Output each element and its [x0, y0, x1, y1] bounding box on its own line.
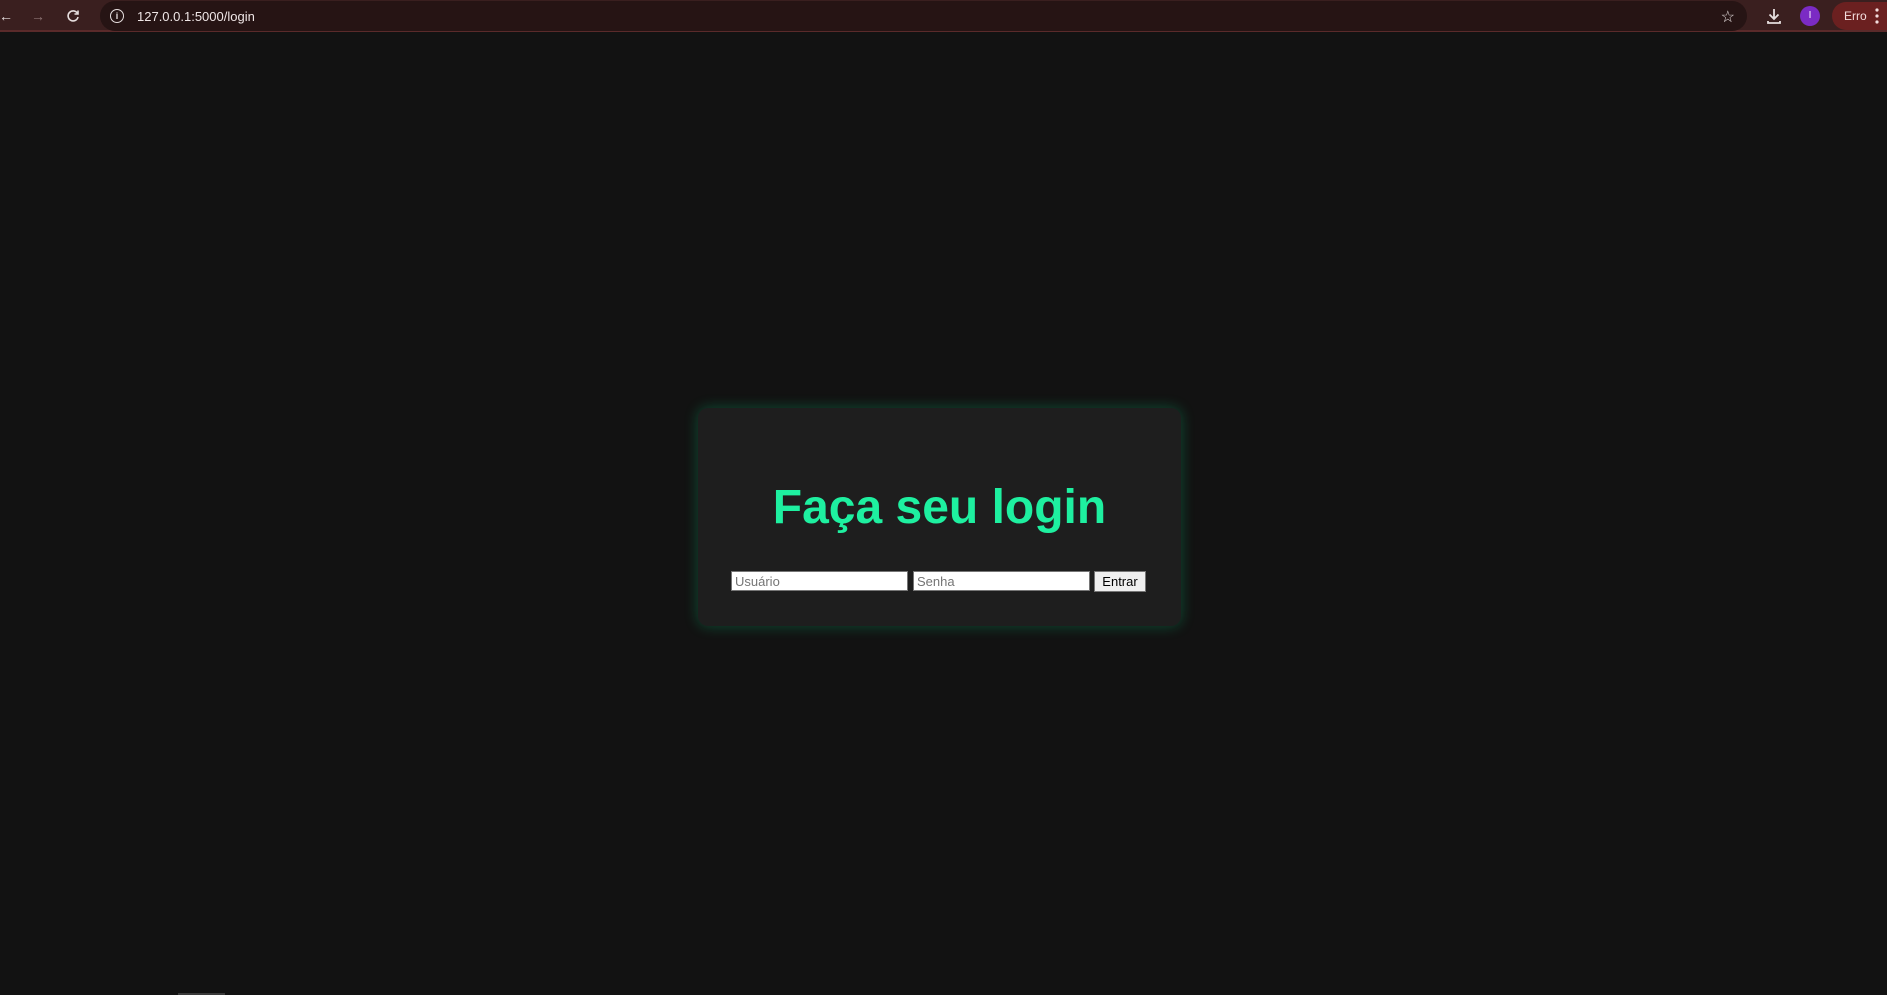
arrow-right-icon: →: [31, 8, 45, 24]
back-button[interactable]: ←: [0, 4, 18, 28]
download-icon: [1767, 9, 1781, 24]
download-button[interactable]: [1762, 4, 1786, 28]
info-icon[interactable]: i: [110, 9, 124, 23]
url-text[interactable]: 127.0.0.1:5000/login: [137, 9, 255, 24]
profile-avatar[interactable]: I: [1800, 6, 1820, 26]
login-card: Faça seu login Entrar: [698, 408, 1181, 626]
browser-toolbar: ← → i 127.0.0.1:5000/login ☆ I Erro: [0, 0, 1887, 32]
reload-icon: [67, 10, 79, 22]
error-label: Erro: [1844, 9, 1867, 23]
address-bar[interactable]: i 127.0.0.1:5000/login ☆: [100, 1, 1747, 31]
username-input[interactable]: [731, 571, 908, 591]
arrow-left-icon: ←: [0, 8, 13, 24]
more-vertical-icon[interactable]: [1875, 8, 1879, 24]
login-submit-button[interactable]: Entrar: [1094, 571, 1146, 592]
reload-button[interactable]: [61, 4, 85, 28]
forward-button[interactable]: →: [26, 4, 50, 28]
login-title: Faça seu login: [772, 481, 1107, 534]
password-input[interactable]: [913, 571, 1090, 591]
star-icon[interactable]: ☆: [1721, 7, 1735, 27]
